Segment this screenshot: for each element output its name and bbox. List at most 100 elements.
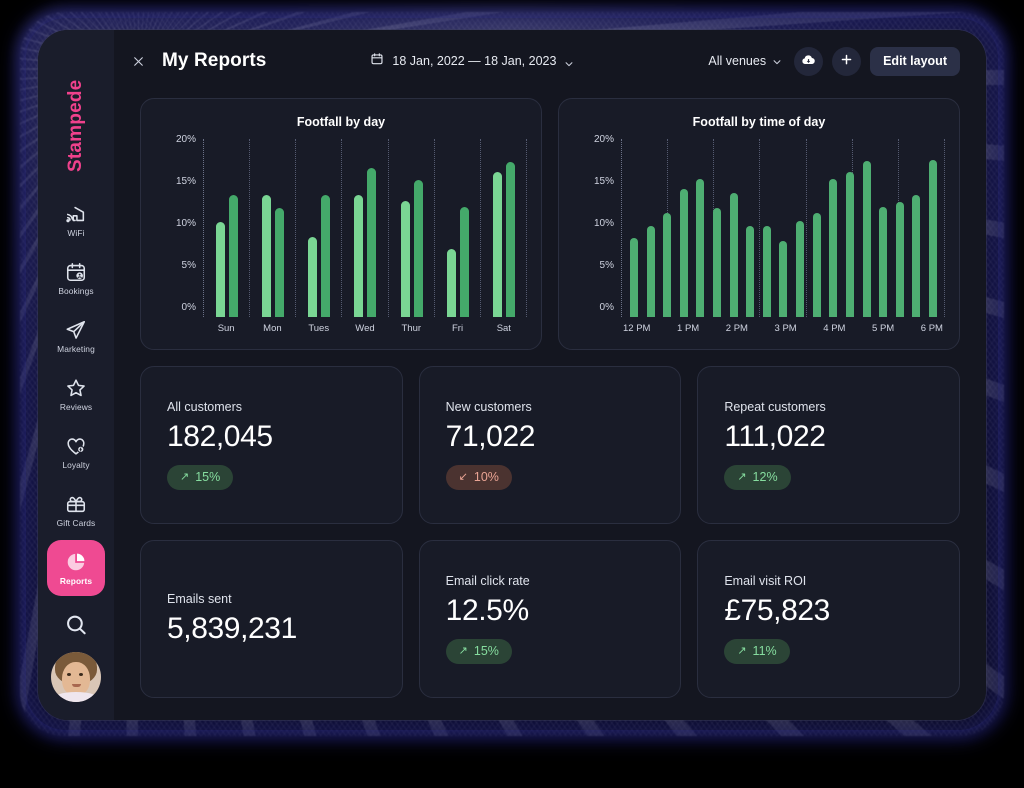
search-icon[interactable] bbox=[63, 612, 89, 638]
stat-card[interactable]: Email click rate 12.5% ↗ 15% bbox=[418, 540, 682, 698]
sidebar-item-label: WiFi bbox=[67, 227, 85, 238]
calendar-user-icon bbox=[65, 261, 87, 283]
status-badge: ↗ 15% bbox=[167, 464, 234, 490]
topbar: My Reports 18 Jan, 2022 — 18 Jan, 2023 A… bbox=[114, 30, 986, 92]
x-axis-label: Fri bbox=[452, 322, 464, 334]
x-axis: 12 PM 1 PM 2 PM 3 PM 4 PM 5 PM 6 PM bbox=[621, 317, 945, 339]
bar bbox=[796, 220, 805, 317]
edit-layout-button[interactable]: Edit layout bbox=[870, 46, 960, 76]
bar bbox=[895, 202, 904, 317]
chart-card-footfall-by-time: Footfall by time of day 20% 15% 10% 5% 0% 12… bbox=[558, 98, 960, 350]
stat-card[interactable]: Repeat customers 111,022 ↗ 12% bbox=[697, 366, 960, 524]
bar bbox=[630, 237, 638, 317]
venue-filter-dropdown[interactable]: All venues bbox=[708, 54, 782, 68]
date-range-picker[interactable]: 18 Jan, 2022 — 18 Jan, 2023 bbox=[250, 52, 694, 71]
status-badge: ↗ 15% bbox=[445, 638, 512, 664]
sidebar-footer bbox=[51, 612, 101, 708]
bar bbox=[229, 194, 239, 317]
sidebar-item-label: Loyalty bbox=[62, 459, 90, 470]
pie-chart-icon bbox=[65, 551, 87, 573]
status-badge: ↗ 11% bbox=[724, 638, 790, 664]
stat-value: 182,045 bbox=[167, 420, 273, 454]
stat-card[interactable]: Emails sent 5,839,231 bbox=[140, 540, 403, 698]
x-axis-label: 2 PM bbox=[725, 322, 748, 334]
close-icon[interactable] bbox=[128, 51, 148, 71]
sidebar-item-gift-cards[interactable]: Gift Cards bbox=[47, 482, 105, 538]
gift-icon bbox=[65, 493, 87, 515]
avatar-shirt bbox=[53, 692, 99, 702]
calendar-icon bbox=[370, 52, 384, 71]
arrow-up-icon: ↗ bbox=[737, 644, 747, 657]
stat-label: New customers bbox=[445, 400, 532, 415]
sidebar-item-reports[interactable]: Reports bbox=[47, 540, 105, 596]
bar bbox=[663, 212, 672, 317]
badge-text: 11% bbox=[752, 644, 777, 659]
star-icon bbox=[65, 377, 87, 399]
bar bbox=[845, 172, 854, 317]
sidebar-item-label: Reports bbox=[59, 575, 93, 586]
download-button[interactable] bbox=[794, 46, 824, 76]
stat-value: £75,823 bbox=[724, 594, 830, 628]
bar-group bbox=[296, 139, 343, 317]
sidebar-item-marketing[interactable]: Marketing bbox=[47, 308, 105, 364]
bar bbox=[696, 179, 705, 317]
bar bbox=[829, 179, 838, 317]
bar bbox=[262, 194, 272, 317]
x-axis-label: Wed bbox=[355, 322, 375, 334]
badge-text: 15% bbox=[473, 644, 499, 659]
sidebar-nav: WiFi Bookings Marketing Reviews Loyalty … bbox=[47, 192, 105, 596]
sidebar-item-bookings[interactable]: Bookings bbox=[47, 250, 105, 306]
x-axis-label: 5 PM bbox=[872, 322, 895, 334]
status-badge: ↗ 12% bbox=[724, 464, 791, 490]
chart-card-footfall-by-day: Footfall by day 20% 15% 10% 5% 0% Sun Mon Tues… bbox=[140, 98, 542, 350]
avatar-eye-left bbox=[67, 673, 71, 676]
avatar-face bbox=[62, 662, 90, 696]
x-axis-label: Sat bbox=[496, 322, 511, 334]
add-widget-button[interactable] bbox=[832, 46, 862, 76]
sidebar-item-wifi[interactable]: WiFi bbox=[47, 192, 105, 248]
sidebar-item-label: Bookings bbox=[58, 285, 94, 296]
avatar[interactable] bbox=[51, 652, 101, 702]
date-range-label: 18 Jan, 2022 — 18 Jan, 2023 bbox=[392, 54, 557, 68]
bar bbox=[413, 180, 423, 317]
stat-label: Email click rate bbox=[445, 574, 530, 589]
stat-label: Email visit ROI bbox=[724, 574, 807, 589]
chart-title: Footfall by day bbox=[296, 115, 386, 129]
bar bbox=[321, 194, 331, 317]
bar bbox=[308, 236, 318, 317]
sidebar-item-reviews[interactable]: Reviews bbox=[47, 366, 105, 422]
arrow-down-icon: ↙ bbox=[458, 470, 468, 483]
badge-text: 15% bbox=[195, 470, 221, 485]
avatar-eye-right bbox=[79, 673, 83, 676]
stat-card[interactable]: All customers 182,045 ↗ 15% bbox=[140, 366, 403, 524]
brand-logo[interactable]: Stampede bbox=[65, 54, 87, 172]
y-axis-tick: 20% bbox=[593, 134, 614, 145]
status-badge: ↙ 10% bbox=[445, 464, 512, 490]
y-axis-tick: 20% bbox=[175, 134, 196, 145]
bar bbox=[713, 207, 722, 317]
arrow-up-icon: ↗ bbox=[458, 644, 468, 657]
badge-text: 12% bbox=[752, 470, 778, 485]
stats-grid: All customers 182,045 ↗ 15% New customers 71,… bbox=[140, 366, 960, 698]
charts-row: Footfall by day 20% 15% 10% 5% 0% Sun Mon Tues… bbox=[140, 98, 960, 350]
wifi-icon bbox=[65, 203, 87, 225]
stat-label: All customers bbox=[167, 400, 243, 415]
sidebar-item-loyalty[interactable]: Loyalty bbox=[47, 424, 105, 480]
x-axis-label: Sun bbox=[217, 322, 235, 334]
x-axis-label: Mon bbox=[263, 322, 282, 334]
x-axis-label: Tues bbox=[308, 322, 330, 334]
x-axis-label: Thur bbox=[401, 322, 422, 334]
bar bbox=[762, 225, 771, 317]
stat-card[interactable]: New customers 71,022 ↙ 10% bbox=[418, 366, 682, 524]
bar bbox=[679, 189, 688, 317]
plot-area: Sun Mon Tues Wed Thur Fri Sat bbox=[203, 139, 528, 339]
bar bbox=[492, 172, 502, 317]
y-axis-tick: 0% bbox=[181, 302, 196, 313]
topbar-actions: All venues Edit layout bbox=[708, 46, 960, 76]
stat-card[interactable]: Email visit ROI £75,823 ↗ 11% bbox=[697, 540, 960, 698]
x-axis-label: 4 PM bbox=[823, 322, 846, 334]
stat-value: 71,022 bbox=[445, 420, 536, 454]
y-axis: 20% 15% 10% 5% 0% bbox=[159, 135, 203, 339]
paper-plane-icon bbox=[65, 319, 87, 341]
bar bbox=[646, 225, 655, 317]
